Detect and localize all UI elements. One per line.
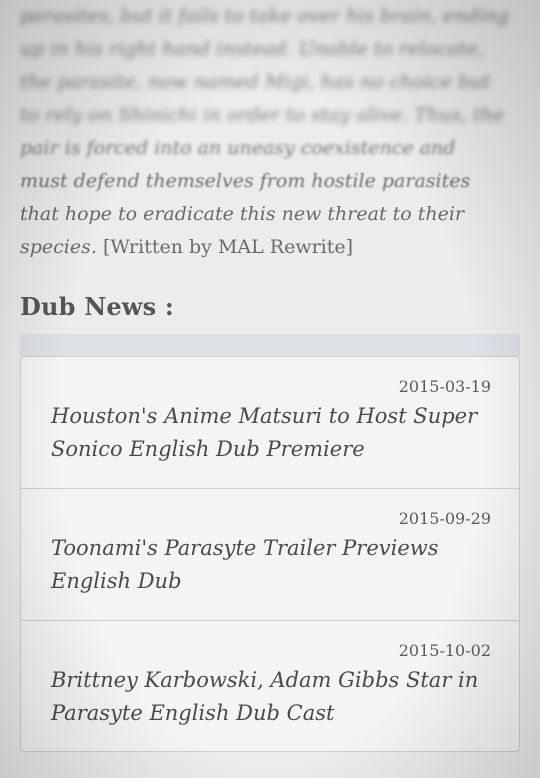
- news-date: 2015-10-02: [398, 641, 491, 660]
- synopsis-last-line: species. [Written by MAL Rewrite]: [20, 231, 520, 264]
- synopsis-line: parasites, but it fails to take over his…: [20, 5, 510, 27]
- news-item[interactable]: 2015-03-19 Houston's Anime Matsuri to Ho…: [21, 357, 519, 489]
- news-title-link[interactable]: Toonami's Parasyte Trailer Previews Engl…: [51, 532, 491, 598]
- synopsis-line: up in his right hand instead. Unable to …: [20, 38, 484, 60]
- synopsis-line: to rely on Shinichi in order to stay ali…: [20, 104, 505, 126]
- dub-news-list: 2015-03-19 Houston's Anime Matsuri to Ho…: [20, 356, 520, 752]
- synopsis-line: pair is forced into an uneasy coexistenc…: [20, 137, 456, 159]
- dub-news-heading: Dub News :: [20, 292, 174, 321]
- section-divider: [20, 334, 520, 356]
- synopsis-text: parasites, but it fails to take over his…: [20, 0, 520, 264]
- news-item[interactable]: 2015-10-02 Brittney Karbowski, Adam Gibb…: [21, 621, 519, 751]
- synopsis-credit: [Written by MAL Rewrite]: [102, 236, 354, 258]
- news-title-link[interactable]: Houston's Anime Matsuri to Host Super So…: [51, 400, 491, 466]
- synopsis-line: must defend themselves from hostile para…: [20, 170, 471, 192]
- news-date: 2015-09-29: [398, 509, 491, 528]
- news-title-link[interactable]: Brittney Karbowski, Adam Gibbs Star in P…: [51, 664, 491, 730]
- synopsis-line: the parasite, now named Migi, has no cho…: [20, 71, 491, 93]
- news-date: 2015-03-19: [398, 377, 491, 396]
- synopsis-line-end: species.: [20, 236, 97, 258]
- synopsis-line: that hope to eradicate this new threat t…: [20, 203, 465, 225]
- anime-detail-page: parasites, but it fails to take over his…: [0, 0, 540, 778]
- news-item[interactable]: 2015-09-29 Toonami's Parasyte Trailer Pr…: [21, 489, 519, 621]
